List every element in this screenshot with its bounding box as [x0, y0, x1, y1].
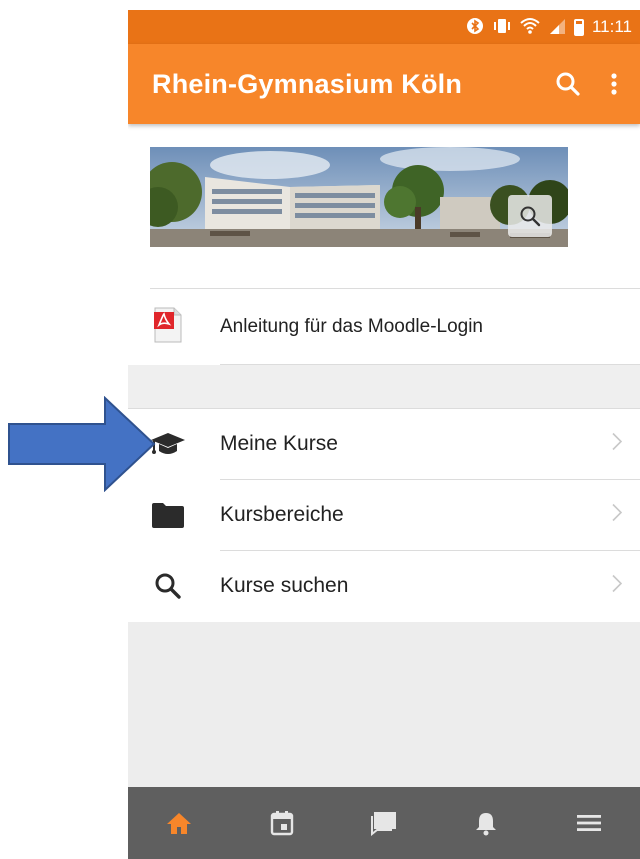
- menu-item-meine-kurse[interactable]: Meine Kurse: [128, 409, 640, 479]
- section-separator: [128, 365, 640, 408]
- school-banner-image[interactable]: [150, 147, 568, 247]
- magnify-icon: [520, 206, 541, 227]
- annotation-arrow-icon: [7, 395, 157, 493]
- search-icon: [150, 568, 186, 604]
- chevron-right-icon: [612, 503, 623, 527]
- bottom-navigation: [128, 787, 640, 859]
- menu-item-kursbereiche[interactable]: Kursbereiche: [128, 480, 640, 550]
- more-options-button[interactable]: [594, 64, 634, 104]
- signal-icon: [548, 17, 566, 38]
- pdf-resource-row[interactable]: Anleitung für das Moodle-Login: [128, 289, 640, 364]
- status-bar: 11:11: [128, 10, 640, 44]
- more-vert-icon: [611, 73, 617, 95]
- chevron-right-icon: [612, 432, 623, 456]
- status-time: 11:11: [591, 17, 632, 36]
- nav-more-menu[interactable]: [564, 798, 614, 848]
- empty-content-area: [128, 622, 640, 787]
- menu-item-label: Kurse suchen: [220, 574, 349, 597]
- nav-home[interactable]: [154, 798, 204, 848]
- nav-notifications[interactable]: [461, 798, 511, 848]
- pdf-icon: [153, 307, 183, 348]
- calendar-icon: [270, 811, 293, 836]
- app-title: Rhein-Gymnasium Köln: [152, 68, 463, 99]
- bluetooth-icon: [466, 17, 484, 38]
- notifications-icon: [476, 813, 497, 836]
- banner-zoom-button[interactable]: [508, 195, 552, 237]
- search-button[interactable]: [548, 64, 588, 104]
- menu-item-label: Kursbereiche: [220, 503, 344, 526]
- wifi-icon: [520, 17, 540, 38]
- menu-item-kurse-suchen[interactable]: Kurse suchen: [128, 551, 640, 621]
- nav-messages[interactable]: [359, 798, 409, 848]
- menu-item-label: Meine Kurse: [220, 432, 338, 455]
- search-icon: [556, 72, 580, 96]
- battery-icon: [573, 18, 584, 36]
- folder-icon: [150, 497, 186, 533]
- home-icon: [167, 813, 192, 834]
- app-bar: Rhein-Gymnasium Köln: [128, 44, 640, 124]
- chevron-right-icon: [612, 574, 623, 598]
- menu-icon: [576, 815, 601, 831]
- pdf-resource-label: Anleitung für das Moodle-Login: [220, 315, 484, 337]
- phone-screen: 11:11 Rhein-Gymnasium Köln Anleitung für…: [128, 10, 640, 859]
- vibrate-icon: [492, 17, 512, 38]
- nav-calendar[interactable]: [257, 798, 307, 848]
- messages-icon: [370, 812, 396, 836]
